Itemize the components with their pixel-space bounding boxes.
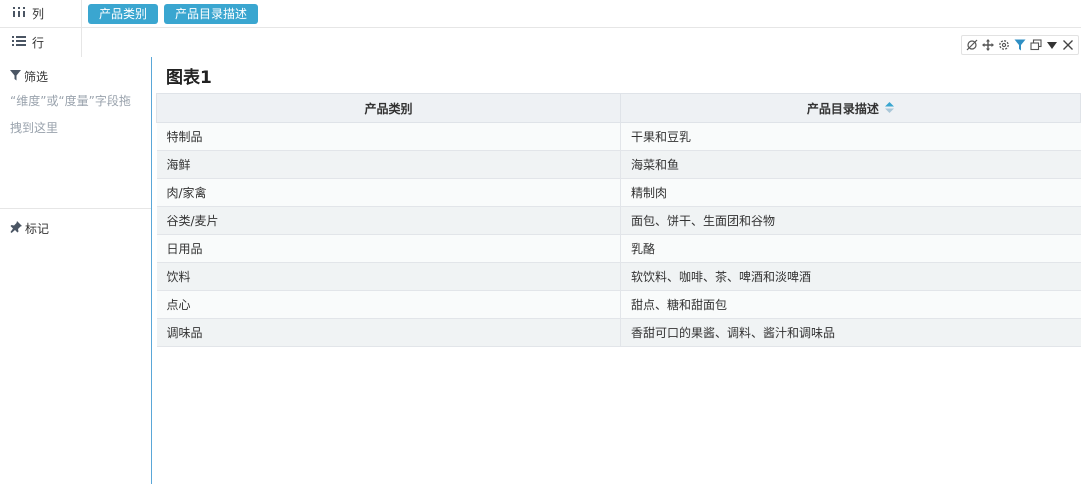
cell-description: 乳酪 <box>620 234 1081 263</box>
table-row[interactable]: 日用品 乳酪 <box>156 234 1081 263</box>
sidebar: 筛选 “维度”或“度量”字段拖拽到这里 标记 <box>0 57 152 484</box>
table-row[interactable]: 谷类/麦片 面包、饼干、生面团和谷物 <box>156 206 1081 235</box>
table-row[interactable]: 海鲜 海菜和鱼 <box>156 150 1081 179</box>
pin-icon <box>10 221 22 236</box>
table-row[interactable]: 肉/家禽 精制肉 <box>156 178 1081 207</box>
chart-toolbar <box>961 35 1079 55</box>
cell-description: 面包、饼干、生面团和谷物 <box>620 206 1081 235</box>
filter-funnel-icon <box>10 69 21 84</box>
cell-category: 海鲜 <box>156 150 621 179</box>
cell-description: 海菜和鱼 <box>620 150 1081 179</box>
settings-icon[interactable] <box>998 39 1010 51</box>
cell-category: 日用品 <box>156 234 621 263</box>
data-table: 产品类别 产品目录描述 特制品 干果和豆乳 海鲜 海菜和鱼 肉/家禽 精制肉 谷类/麦片 面包… <box>156 93 1081 347</box>
rows-shelf-label: 行 <box>0 28 82 57</box>
cell-category: 调味品 <box>156 318 621 347</box>
cell-category: 特制品 <box>156 122 621 151</box>
sidebar-divider <box>0 208 151 209</box>
cell-description: 干果和豆乳 <box>620 122 1081 151</box>
filter-dropzone-hint[interactable]: “维度”或“度量”字段拖拽到这里 <box>10 88 138 142</box>
cell-category: 谷类/麦片 <box>156 206 621 235</box>
table-row[interactable]: 饮料 软饮料、咖啡、茶、啤酒和淡啤酒 <box>156 262 1081 291</box>
table-body: 特制品 干果和豆乳 海鲜 海菜和鱼 肉/家禽 精制肉 谷类/麦片 面包、饼干、生面团和谷物 日用… <box>156 122 1081 347</box>
table-row[interactable]: 调味品 香甜可口的果酱、调料、酱汁和调味品 <box>156 318 1081 347</box>
columns-icon <box>12 6 26 21</box>
filter-section-title: 筛选 <box>10 68 48 85</box>
chart-title: 图表1 <box>166 68 212 88</box>
cell-description: 精制肉 <box>620 178 1081 207</box>
move-icon[interactable] <box>982 39 994 51</box>
rows-shelf: 行 <box>0 28 1081 57</box>
header-category[interactable]: 产品类别 <box>156 93 621 123</box>
unlink-icon[interactable] <box>966 39 978 51</box>
cell-description: 软饮料、咖啡、茶、啤酒和淡啤酒 <box>620 262 1081 291</box>
rows-shelf-dropzone[interactable] <box>82 28 1081 55</box>
columns-shelf-label: 列 <box>0 0 82 27</box>
close-icon[interactable] <box>1062 39 1074 51</box>
table-header-row: 产品类别 产品目录描述 <box>156 93 1081 123</box>
columns-shelf: 列 产品类别 产品目录描述 <box>0 0 1081 28</box>
cell-description: 香甜可口的果酱、调料、酱汁和调味品 <box>620 318 1081 347</box>
caret-down-icon[interactable] <box>1046 39 1058 51</box>
filter-icon[interactable] <box>1014 39 1026 51</box>
column-pill-category[interactable]: 产品类别 <box>88 3 159 24</box>
marks-section-title: 标记 <box>10 220 49 237</box>
sort-icon[interactable] <box>885 102 895 116</box>
column-pill-description[interactable]: 产品目录描述 <box>164 3 259 24</box>
cell-category: 肉/家禽 <box>156 178 621 207</box>
window-icon[interactable] <box>1030 39 1042 51</box>
columns-shelf-dropzone[interactable]: 产品类别 产品目录描述 <box>82 0 1081 27</box>
rows-icon <box>12 35 26 50</box>
cell-description: 甜点、糖和甜面包 <box>620 290 1081 319</box>
cell-category: 点心 <box>156 290 621 319</box>
table-row[interactable]: 特制品 干果和豆乳 <box>156 122 1081 151</box>
rows-label: 行 <box>32 36 45 50</box>
cell-category: 饮料 <box>156 262 621 291</box>
table-row[interactable]: 点心 甜点、糖和甜面包 <box>156 290 1081 319</box>
columns-label: 列 <box>32 7 45 21</box>
header-description[interactable]: 产品目录描述 <box>620 93 1081 123</box>
